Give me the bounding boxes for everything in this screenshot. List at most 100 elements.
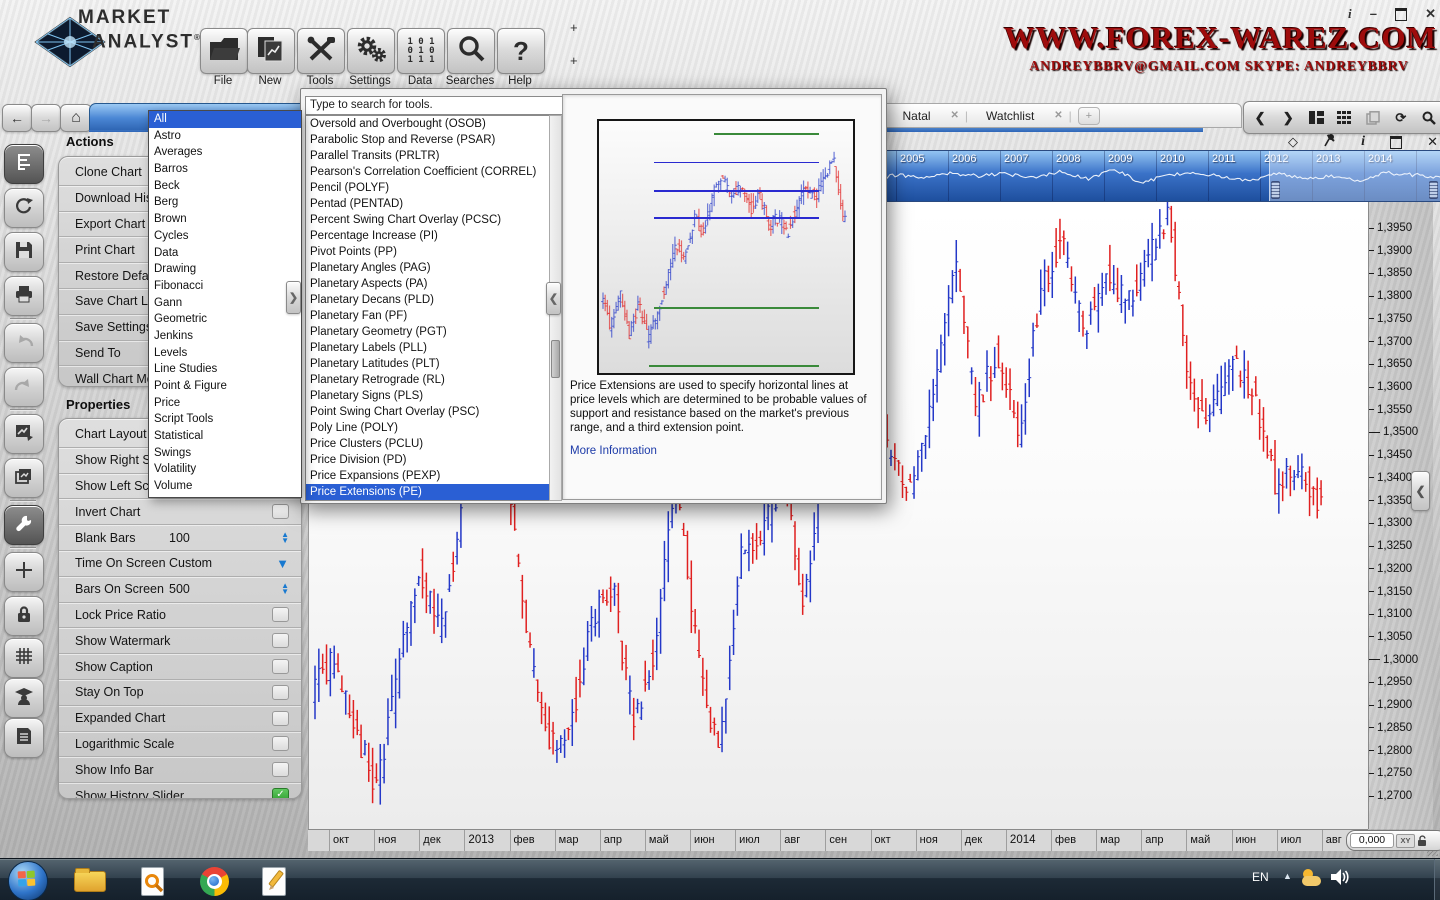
refresh-icon[interactable]: ⟳	[1388, 105, 1413, 130]
show-desktop-button[interactable]	[1434, 859, 1440, 900]
category-item[interactable]: Script Tools	[149, 411, 301, 428]
sidebar-button-redo[interactable]	[4, 367, 44, 407]
sidebar-button-undo[interactable]	[4, 323, 44, 363]
property-row-show-history-slider[interactable]: Show History Slider ✓	[59, 783, 301, 798]
property-row-invert-chart[interactable]: Invert Chart	[59, 499, 301, 526]
tool-list-item[interactable]: Parallel Transits (PRLTR)	[306, 148, 549, 164]
property-row-logarithmic-scale[interactable]: Logarithmic Scale	[59, 732, 301, 758]
property-control[interactable]	[272, 633, 289, 649]
tool-list-item[interactable]: Planetary Labels (PLL)	[306, 340, 549, 356]
category-item[interactable]: Brown	[149, 211, 301, 228]
taskbar-search[interactable]	[136, 865, 168, 897]
tool-list-item[interactable]: Planetary Decans (PLD)	[306, 292, 549, 308]
property-control[interactable]	[272, 684, 289, 700]
tool-list-item[interactable]: Planetary Fan (PF)	[306, 308, 549, 324]
category-item[interactable]: Data	[149, 245, 301, 262]
search-icon[interactable]	[1416, 105, 1440, 130]
sidebar-button-add-crosshair[interactable]	[4, 552, 44, 592]
property-control[interactable]	[272, 710, 289, 726]
pin-icon[interactable]	[1323, 133, 1336, 152]
axis-collapse-button[interactable]: ❮	[1411, 471, 1430, 511]
property-row-expanded-chart[interactable]: Expanded Chart	[59, 706, 301, 732]
tool-list-item[interactable]: Percentage Increase (PI)	[306, 228, 549, 244]
sidebar-button-grid[interactable]	[4, 638, 44, 678]
nav-forward-button[interactable]: →	[31, 104, 61, 132]
checkbox-checked-icon[interactable]: ✓	[272, 788, 289, 798]
property-control[interactable]	[272, 607, 289, 623]
scale-lock-box[interactable]: 0,000 XY	[1346, 830, 1440, 851]
lock-open-icon[interactable]	[1417, 834, 1427, 847]
category-item[interactable]: Drawing	[149, 261, 301, 278]
maximize-icon[interactable]	[1390, 135, 1403, 149]
slider-handle-left[interactable]	[1271, 181, 1280, 199]
start-button[interactable]	[8, 861, 48, 900]
time-axis[interactable]: окт ноя дек 2013 фев мар апр май июн июл авг сен окт…	[308, 829, 1368, 851]
toolbar-button-new[interactable]	[247, 28, 295, 74]
tool-list-item[interactable]: Percent Swing Chart Overlay (PCSC)	[306, 212, 549, 228]
category-item[interactable]: Cycles	[149, 228, 301, 245]
property-control[interactable]: ▲ ▼	[281, 582, 289, 596]
property-control[interactable]	[272, 659, 289, 675]
tool-list-item[interactable]: Price Extensions (PE)	[306, 484, 549, 500]
scale-value[interactable]: 0,000	[1350, 833, 1394, 848]
tool-list-item[interactable]: Pivot Points (PP)	[306, 244, 549, 260]
category-item[interactable]: Volatility	[149, 461, 301, 478]
taskbar-notepad[interactable]	[258, 865, 290, 897]
slider-handle-right[interactable]	[1429, 181, 1438, 199]
info-icon[interactable]: i	[1348, 6, 1352, 22]
property-row-show-watermark[interactable]: Show Watermark	[59, 628, 301, 655]
checkbox-icon[interactable]	[272, 659, 289, 675]
property-row-show-info-bar[interactable]: Show Info Bar	[59, 757, 301, 784]
checkbox-icon[interactable]	[272, 684, 289, 700]
diamond-icon[interactable]: ◇	[1288, 134, 1298, 150]
sidebar-button-chart-type[interactable]	[4, 144, 44, 184]
category-item[interactable]: Beck	[149, 178, 301, 195]
spinner-icon[interactable]: ▲ ▼	[281, 582, 289, 596]
tab-natal[interactable]: Natal	[887, 109, 947, 123]
sidebar-button-export-image[interactable]	[4, 414, 44, 454]
property-control[interactable]: ▼	[276, 556, 289, 571]
close-icon[interactable]: ✕	[1427, 134, 1438, 150]
category-item[interactable]: Price	[149, 395, 301, 412]
tool-list-item[interactable]: Planetary Aspects (PA)	[306, 276, 549, 292]
nav-back-button[interactable]: ←	[2, 104, 32, 132]
category-item[interactable]: Berg	[149, 194, 301, 211]
xy-toggle[interactable]: XY	[1396, 833, 1415, 848]
info-icon[interactable]: i	[1361, 134, 1365, 150]
category-item[interactable]: Fibonacci	[149, 278, 301, 295]
sidebar-button-news-document[interactable]	[4, 718, 44, 758]
property-control[interactable]	[272, 762, 289, 778]
nav-home-button[interactable]: ⌂	[60, 104, 92, 132]
property-row-stay-on-top[interactable]: Stay On Top	[59, 680, 301, 706]
chevron-down-icon[interactable]: ▼	[276, 556, 289, 571]
scroll-tabs-left-button[interactable]: ❮	[1248, 105, 1273, 130]
tool-list-item[interactable]: Oversold and Overbought (OSOB)	[306, 116, 549, 132]
collapse-preview-button[interactable]: ❮	[546, 282, 561, 315]
history-slider[interactable]: 4200520062007200820092010201120122013201…	[868, 150, 1440, 202]
layout-icon[interactable]	[1304, 105, 1329, 130]
add-tab-button[interactable]: +	[1077, 106, 1100, 125]
category-item[interactable]: Averages	[149, 144, 301, 161]
toolbar-button-searches[interactable]	[447, 28, 495, 74]
checkbox-icon[interactable]	[272, 736, 289, 752]
property-control[interactable]	[272, 504, 289, 520]
category-item[interactable]: Jenkins	[149, 328, 301, 345]
tool-list-item[interactable]: Price Clusters (PCLU)	[306, 436, 549, 452]
scrollbar-thumb[interactable]	[551, 340, 560, 378]
tool-list-item[interactable]: Point Swing Chart Overlay (PSC)	[306, 404, 549, 420]
toolbar-button-file[interactable]	[200, 28, 248, 74]
sidebar-button-export-images[interactable]	[4, 458, 44, 498]
tool-list-item[interactable]: Parabolic Stop and Reverse (PSAR)	[306, 132, 549, 148]
price-axis[interactable]: 1,3950 1,3900 1,3850 1,3800 1,3750 1,3700 1,36…	[1368, 200, 1433, 829]
pages-icon[interactable]	[1360, 105, 1385, 130]
tool-list-item[interactable]: Pearson's Correlation Coefficient (CORRE…	[306, 164, 549, 180]
volume-icon[interactable]	[1330, 868, 1350, 891]
toolbar-button-settings[interactable]	[347, 28, 395, 74]
grid-view-icon[interactable]	[1332, 105, 1357, 130]
category-item[interactable]: Point & Figure	[149, 378, 301, 395]
tool-list-item[interactable]: Planetary Latitudes (PLT)	[306, 356, 549, 372]
sidebar-button-save[interactable]	[4, 232, 44, 272]
sidebar-button-print[interactable]	[4, 276, 44, 316]
tool-list-item[interactable]: Planetary Geometry (PGT)	[306, 324, 549, 340]
category-item[interactable]: Statistical	[149, 428, 301, 445]
